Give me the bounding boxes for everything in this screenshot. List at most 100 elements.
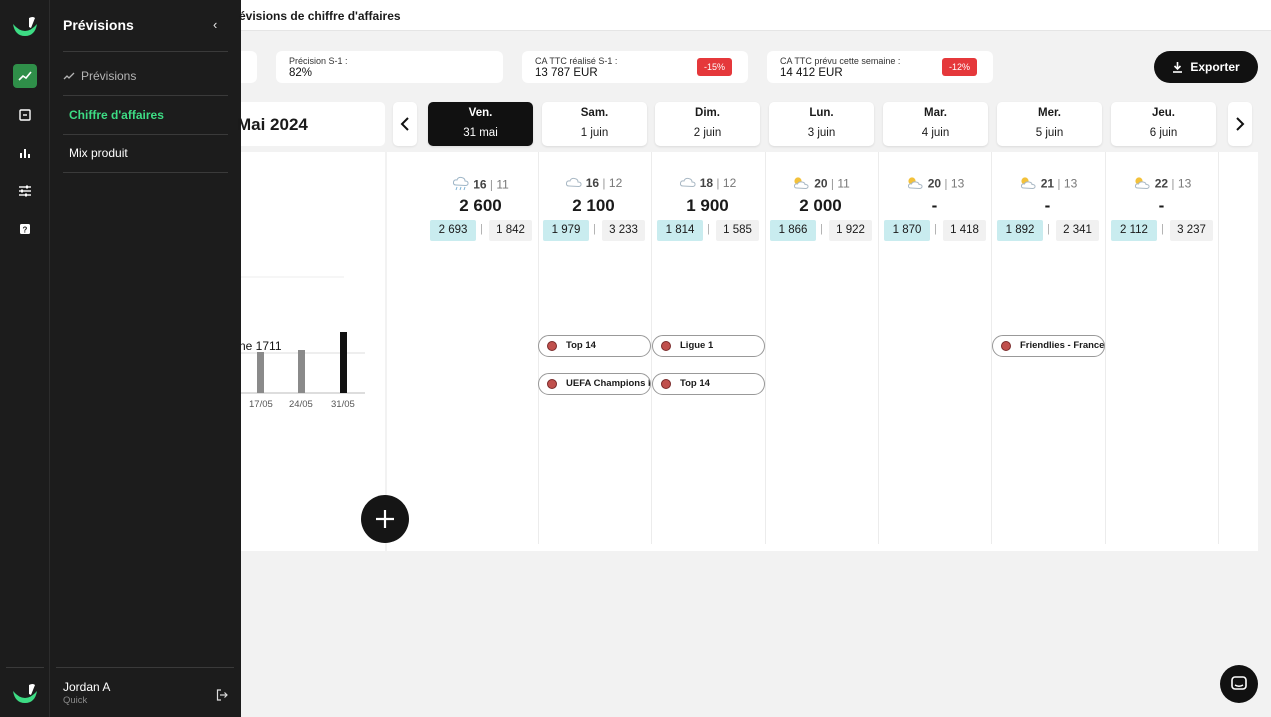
kpi-card-precision: Précision S-1 : 82% — [276, 51, 503, 83]
partly-sunny-icon — [791, 176, 811, 193]
rugby-ball-icon — [661, 379, 671, 389]
sidebar-item-label: Prévisions — [81, 69, 137, 83]
day-name: Ven. — [468, 107, 493, 119]
stats-nav-icon[interactable] — [13, 141, 37, 165]
day-tab[interactable]: Mer. 5 juin — [997, 102, 1102, 146]
temp-high: 20 — [814, 176, 828, 191]
cloud-icon — [679, 176, 697, 191]
event-label: UEFA Champions League — [566, 378, 650, 389]
logo-icon[interactable] — [11, 13, 39, 39]
event-pill[interactable]: Ligue 1 — [652, 335, 765, 357]
chart-annotation: ne 1711 — [241, 339, 282, 353]
month-label: Mai 2024 — [237, 115, 308, 134]
month-selector[interactable]: Mai 2024 — [237, 102, 385, 146]
chip-separator: | — [707, 223, 710, 235]
day-name: Lun. — [809, 107, 834, 119]
day-tab[interactable]: Ven. 31 mai — [428, 102, 533, 146]
chip-separator: | — [480, 223, 483, 235]
add-button[interactable] — [361, 495, 409, 543]
kpi-label: Précision S-1 : — [289, 56, 348, 66]
compare-chip-b: 1 585 — [716, 220, 759, 241]
logo-bottom-icon — [11, 680, 39, 706]
day-tab[interactable]: Jeu. 6 juin — [1111, 102, 1216, 146]
chat-button[interactable] — [1220, 665, 1258, 703]
compare-chip-a: 1 814 — [657, 220, 703, 241]
kpi-value: 82% — [289, 67, 313, 79]
kpi-label: CA TTC réalisé S-1 : — [535, 56, 618, 66]
weather-row: 20 | 11 — [764, 176, 877, 193]
temp-high: 18 — [699, 176, 714, 190]
page-title: évisions de chiffre d'affaires — [239, 9, 401, 23]
rain-icon — [452, 176, 470, 195]
event-label: Friendlies - France — [1020, 340, 1105, 351]
compare-chip-a: 1 870 — [884, 220, 930, 241]
partly-sunny-icon — [905, 176, 925, 193]
page-header: évisions de chiffre d'affaires — [239, 0, 1271, 31]
history-chart-card: 17/05 24/05 31/05 ne 1711 — [241, 152, 385, 551]
chevron-left-icon — [400, 117, 409, 131]
compare-chip-a: 1 892 — [997, 220, 1043, 241]
temp-high: 16 — [473, 177, 487, 192]
next-week-button[interactable] — [1228, 102, 1252, 146]
rugby-ball-icon — [547, 379, 557, 389]
chat-icon — [1231, 676, 1247, 690]
temp-low: 12 — [722, 176, 737, 190]
temp-low: 11 — [496, 177, 509, 192]
sidebar-item-mix-produit[interactable]: Mix produit — [69, 146, 128, 160]
forecast-nav-icon[interactable] — [13, 64, 37, 88]
cloud-icon — [565, 176, 583, 191]
day-tab[interactable]: Dim. 2 juin — [655, 102, 760, 146]
chevron-right-icon — [1236, 117, 1245, 131]
settings-sliders-icon[interactable] — [13, 179, 37, 203]
day-column: 20 | 13 -1 870 | 1 418 — [878, 152, 991, 551]
day-column: 22 | 13 -2 112 | 3 237 — [1105, 152, 1218, 551]
bar-31-05 — [340, 332, 347, 393]
day-tab[interactable]: Mar. 4 juin — [883, 102, 988, 146]
icon-rail: ? — [0, 0, 50, 717]
download-icon — [1173, 62, 1183, 73]
weather-row: 21 | 13 — [991, 176, 1104, 193]
rugby-ball-icon — [547, 341, 557, 351]
forecast-value: 1 900 — [686, 196, 729, 215]
kpi-delta-badge: -12% — [942, 58, 978, 76]
prev-week-button[interactable] — [393, 102, 417, 146]
forecast-value: 2 000 — [799, 196, 842, 215]
day-date: 2 juin — [693, 127, 722, 139]
logout-icon[interactable] — [216, 688, 228, 706]
chip-separator: | — [820, 223, 823, 235]
trend-icon — [63, 72, 75, 80]
tick-label: 17/05 — [249, 399, 273, 410]
user-box: Jordan A Quick — [63, 680, 110, 706]
tick-label: 24/05 — [289, 399, 313, 410]
day-tab[interactable]: Lun. 3 juin — [769, 102, 874, 146]
partly-sunny-icon — [1132, 176, 1152, 193]
temp-low: 13 — [950, 176, 965, 191]
temp-high: 22 — [1154, 176, 1169, 191]
weather-row: 16 | 12 — [537, 176, 650, 191]
temp-low: 12 — [608, 176, 623, 190]
help-icon[interactable]: ? — [13, 217, 37, 241]
compare-chip-b: 1 922 — [829, 220, 872, 241]
bar-24-05 — [298, 350, 305, 393]
collapse-chevron-icon[interactable]: ‹ — [213, 17, 217, 32]
tick-label: 31/05 — [331, 399, 355, 410]
orders-nav-icon[interactable] — [13, 103, 37, 127]
event-pill[interactable]: UEFA Champions League — [538, 373, 651, 395]
day-column: 16 | 11 2 600 2 693 | 1 842 — [424, 152, 537, 551]
compare-chip-a: 1 979 — [543, 220, 589, 241]
temp-high: 16 — [585, 176, 600, 190]
sidebar-item-chiffre-affaires[interactable]: Chiffre d'affaires — [69, 108, 164, 122]
event-pill[interactable]: Top 14 — [652, 373, 765, 395]
event-pill[interactable]: Friendlies - France — [992, 335, 1105, 357]
kpi-value: 13 787 EUR — [535, 67, 598, 79]
sidebar-item-previsions[interactable]: Prévisions — [63, 69, 136, 83]
export-button[interactable]: Exporter — [1154, 51, 1258, 83]
kpi-label: CA TTC prévu cette semaine : — [780, 56, 901, 66]
rugby-ball-icon — [1001, 341, 1011, 351]
event-pill[interactable]: Top 14 — [538, 335, 651, 357]
day-tab[interactable]: Sam. 1 juin — [542, 102, 647, 146]
compare-chip-b: 1 842 — [489, 220, 532, 241]
bar-17-05 — [257, 352, 264, 393]
day-name: Mar. — [923, 107, 947, 119]
plus-icon — [376, 510, 394, 528]
